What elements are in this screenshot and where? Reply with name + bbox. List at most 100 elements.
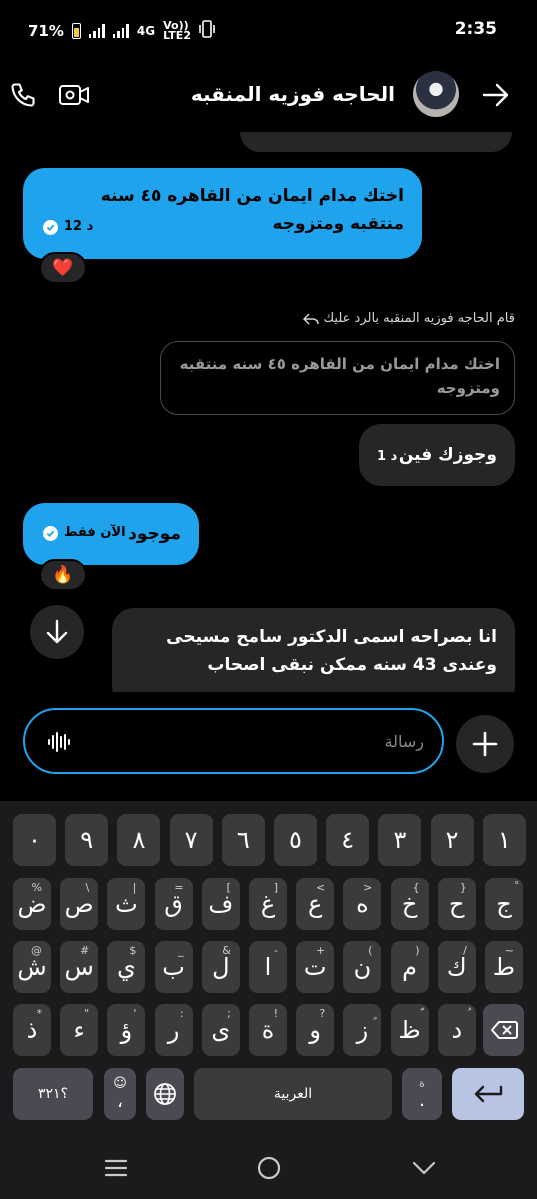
letter-key[interactable]: ل & [201, 941, 240, 993]
letter-key[interactable]: ة! [249, 1004, 287, 1056]
letter-key[interactable]: ش @ [13, 941, 51, 993]
emoji-comma-key[interactable]: ☺ ، [104, 1068, 136, 1120]
key-secondary-label: [ [226, 881, 231, 894]
letter-key[interactable]: زٍ [343, 1004, 382, 1056]
back-chevron-icon[interactable] [404, 1153, 444, 1183]
volte-icon: Vo)) LTE2 [163, 19, 191, 42]
message-list[interactable]: اختك مدام ايمان من القاهره ٤٥ سنه منتقبه… [0, 132, 537, 692]
home-icon[interactable] [249, 1153, 289, 1183]
outgoing-message[interactable]: اختك مدام ايمان من القاهره ٤٥ سنه منتقبه… [23, 168, 422, 259]
letter-key[interactable]: ه > [343, 878, 382, 930]
video-call-icon[interactable] [56, 78, 92, 112]
number-key[interactable]: ١ [482, 814, 526, 866]
space-key[interactable]: العربية [194, 1068, 392, 1120]
letter-key[interactable]: جْ [485, 878, 523, 930]
key-secondary-label: > [363, 881, 373, 894]
incoming-message[interactable]: انا بصراحه اسمى الدكتور سامح مسيحى وعندى… [112, 608, 515, 692]
backspace-key[interactable] [483, 1004, 524, 1056]
letter-key[interactable]: ط ~ [485, 941, 523, 993]
letter-key[interactable]: خ{ [390, 878, 429, 930]
language-key[interactable] [146, 1068, 184, 1120]
letter-key[interactable]: ب _ [154, 941, 193, 993]
key-secondary-label: + [315, 944, 326, 957]
letter-key[interactable]: ص \ [60, 878, 99, 930]
letter-key[interactable]: ذ * [13, 1004, 51, 1056]
key-label: ك [446, 953, 467, 981]
message-text: وجوزك فين [398, 445, 497, 465]
quoted-message[interactable]: اختك مدام ايمان من القاهره ٤٥ سنه منتقبه… [160, 341, 515, 415]
number-key[interactable]: ٣ [378, 814, 422, 866]
letter-key[interactable]: دُ [437, 1004, 476, 1056]
symbols-key[interactable]: ؟٣٢١ [13, 1068, 93, 1120]
number-key[interactable]: ٧ [169, 814, 213, 866]
letter-key[interactable]: ض% [13, 878, 51, 930]
add-attachment-button[interactable] [456, 715, 514, 773]
letter-key[interactable]: و? [296, 1004, 335, 1056]
key-label: ج [496, 890, 512, 918]
status-bar: 71% 4G Vo)) LTE2 2:35 [0, 0, 537, 62]
network-type: 4G [136, 24, 156, 38]
reply-arrow-icon [303, 312, 320, 325]
key-label: ز [356, 1016, 369, 1044]
avatar[interactable] [413, 71, 459, 117]
key-secondary-label: & [222, 944, 231, 957]
key-label: س [64, 953, 94, 981]
letter-key[interactable]: ن( [343, 941, 382, 993]
number-key[interactable]: ٥ [274, 814, 317, 866]
letter-key[interactable]: ظّ [390, 1004, 429, 1056]
enter-key[interactable] [452, 1068, 524, 1120]
letter-key[interactable]: ث | [107, 878, 146, 930]
key-label: ٠ [28, 826, 41, 854]
voice-record-icon[interactable] [47, 730, 71, 758]
back-arrow-icon[interactable] [481, 80, 511, 110]
key-secondary-label: % [31, 881, 42, 894]
incoming-message[interactable]: وجوزك فين 1 د [359, 424, 515, 486]
key-label: ٦ [236, 826, 250, 854]
letter-key[interactable]: ك / [437, 941, 476, 993]
letter-key[interactable]: ف[ [201, 878, 240, 930]
globe-icon [154, 1083, 176, 1105]
letter-key[interactable]: ق = [154, 878, 193, 930]
key-label: ٣ [393, 826, 407, 854]
read-check-icon [43, 525, 58, 541]
key-secondary-label: ~ [504, 944, 514, 957]
letter-key[interactable]: ع < [296, 878, 335, 930]
number-key[interactable]: ٩ [65, 814, 109, 866]
letter-key[interactable]: ي $ [107, 941, 146, 993]
message-input[interactable] [95, 724, 424, 758]
outgoing-message[interactable]: موجود الآن فقط [23, 503, 199, 565]
key-label: ت [303, 953, 327, 981]
letter-key[interactable]: ح} [437, 878, 476, 930]
letter-key[interactable]: س # [60, 941, 99, 993]
key-secondary-label: # [79, 944, 90, 957]
letter-key[interactable]: غ] [249, 878, 287, 930]
key-label: ا [264, 953, 272, 981]
letter-key[interactable]: ؤ ' [107, 1004, 146, 1056]
letter-key[interactable]: ء " [60, 1004, 99, 1056]
phone-call-icon[interactable] [6, 78, 40, 112]
letter-key[interactable]: ر: [154, 1004, 193, 1056]
period-key[interactable]: ة . [402, 1068, 442, 1120]
number-key[interactable]: ٤ [326, 814, 370, 866]
contact-name[interactable]: الحاجه فوزيه المنقبه [191, 82, 395, 106]
number-key[interactable]: ٢ [430, 814, 474, 866]
number-key[interactable]: ٦ [221, 814, 265, 866]
key-secondary-label: < [315, 881, 326, 894]
number-key[interactable]: ٠ [13, 814, 56, 866]
key-secondary-label: : [179, 1007, 184, 1020]
recent-apps-icon[interactable] [96, 1153, 136, 1183]
key-label: ن [353, 953, 372, 981]
letter-key[interactable]: ى; [201, 1004, 240, 1056]
scroll-to-bottom-button[interactable] [30, 605, 84, 659]
chat-header: الحاجه فوزيه المنقبه [0, 62, 537, 132]
key-secondary-label: } [459, 881, 467, 894]
reaction-badge[interactable]: 🔥 [39, 559, 87, 591]
reaction-badge[interactable]: ❤️ [39, 252, 87, 284]
clock: 2:35 [454, 19, 497, 39]
letter-key[interactable]: ا- [249, 941, 287, 993]
number-key[interactable]: ٨ [117, 814, 161, 866]
letter-key[interactable]: م) [390, 941, 429, 993]
key-secondary-label: ( [368, 944, 373, 957]
letter-key[interactable]: ت + [296, 941, 335, 993]
key-label: ٤ [341, 826, 355, 854]
